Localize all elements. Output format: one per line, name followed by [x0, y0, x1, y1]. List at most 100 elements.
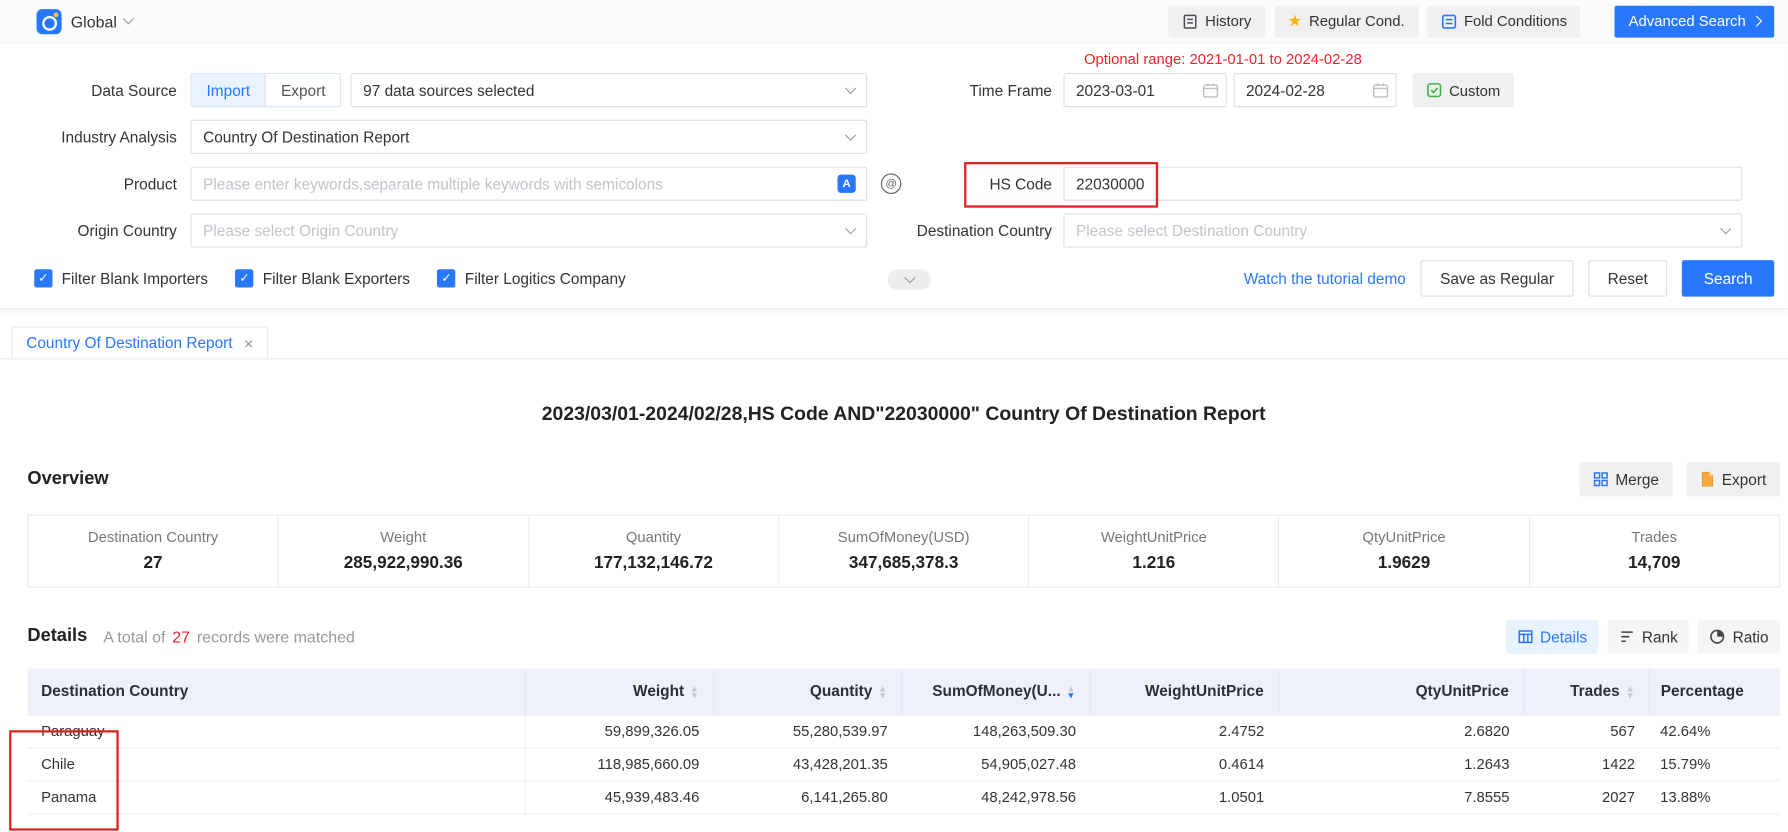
overview-stats: Destination Country 27 Weight 285,922,99… — [27, 515, 1780, 588]
filter-label: Filter Blank Exporters — [263, 270, 410, 287]
overview-heading: Overview — [27, 469, 108, 490]
optional-range-note: Optional range: 2021-01-01 to 2024-02-28 — [1084, 50, 1362, 67]
report-title: 2023/03/01-2024/02/28,HS Code AND"220300… — [27, 403, 1780, 426]
ratio-icon — [1710, 629, 1726, 645]
calendar-icon — [1203, 82, 1219, 98]
history-button[interactable]: History — [1169, 5, 1265, 37]
col-label: Trades — [1570, 683, 1620, 700]
cell-country[interactable]: Chile — [27, 747, 524, 780]
stat-value: 1.216 — [1029, 553, 1278, 572]
search-form: Optional range: 2021-01-01 to 2024-02-28… — [0, 43, 1788, 309]
cell-qty-unit-price: 2.6820 — [1278, 714, 1523, 747]
cell-weight-unit-price: 0.4614 — [1090, 747, 1278, 780]
export-label: Export — [1722, 471, 1767, 488]
view-details-button[interactable]: Details — [1506, 620, 1599, 654]
stat-value: 14,709 — [1530, 553, 1779, 572]
date-start-input[interactable] — [1063, 73, 1226, 107]
table-row: Paraguay 59,899,326.05 55,280,539.97 148… — [27, 714, 1780, 747]
stat-label: Weight — [279, 528, 528, 545]
cell-quantity: 55,280,539.97 — [713, 714, 901, 747]
filter-blank-exporters-checkbox[interactable]: Filter Blank Exporters — [235, 269, 410, 287]
industry-analysis-select[interactable]: Country Of Destination Report — [191, 120, 868, 154]
checkbox-checked-icon — [437, 269, 455, 287]
fold-conditions-icon — [1441, 13, 1457, 29]
product-input[interactable] — [191, 167, 868, 201]
tutorial-link[interactable]: Watch the tutorial demo — [1244, 270, 1406, 287]
data-source-label: Data Source — [34, 82, 177, 99]
col-quantity: Quantity — [713, 669, 901, 715]
filter-label: Filter Blank Importers — [62, 270, 208, 287]
sort-weight[interactable] — [690, 685, 699, 699]
col-percentage: Percentage — [1649, 669, 1780, 715]
form-row-product: Product HS Code — [34, 167, 1774, 201]
matched-summary: A total of 27 records were matched — [103, 628, 355, 646]
chevron-down-icon — [845, 129, 856, 140]
export-toggle[interactable]: Export — [266, 74, 340, 106]
matched-count: 27 — [172, 628, 190, 646]
sort-trades[interactable] — [1625, 685, 1634, 699]
export-button[interactable]: Export — [1686, 462, 1780, 496]
topbar: Global History Regular Cond. Fold Condit… — [0, 0, 1788, 43]
history-label: History — [1205, 13, 1251, 30]
report-content: 2023/03/01-2024/02/28,HS Code AND"220300… — [27, 403, 1780, 814]
fold-conditions-button[interactable]: Fold Conditions — [1427, 5, 1580, 37]
col-destination-country: Destination Country — [27, 669, 524, 715]
reset-button[interactable]: Reset — [1588, 260, 1667, 297]
cell-trades: 567 — [1523, 714, 1649, 747]
tab-country-of-destination-report[interactable]: Country Of Destination Report — [11, 326, 268, 358]
chevron-down-icon — [845, 82, 856, 93]
advanced-search-button[interactable]: Advanced Search — [1615, 5, 1774, 37]
cell-trades: 1422 — [1523, 747, 1649, 780]
sort-down-icon — [878, 692, 887, 699]
save-as-regular-button[interactable]: Save as Regular — [1421, 260, 1574, 297]
fold-conditions-label: Fold Conditions — [1464, 13, 1567, 30]
sort-down-icon-active — [1066, 692, 1075, 699]
sort-down-icon — [1625, 692, 1634, 699]
hs-code-input[interactable] — [1063, 167, 1742, 201]
origin-country-select[interactable]: Please select Origin Country — [191, 213, 868, 247]
stat-value: 177,132,146.72 — [529, 553, 778, 572]
destination-country-select[interactable]: Please select Destination Country — [1063, 213, 1742, 247]
search-button[interactable]: Search — [1682, 260, 1774, 297]
table-row: Chile 118,985,660.09 43,428,201.35 54,90… — [27, 747, 1780, 780]
col-label: SumOfMoney(U... — [932, 683, 1060, 700]
stat-label: Destination Country — [29, 528, 278, 545]
col-weight-unit-price: WeightUnitPrice — [1090, 669, 1278, 715]
import-toggle[interactable]: Import — [192, 74, 266, 106]
cell-country[interactable]: Paraguay — [27, 714, 524, 747]
sort-quantity[interactable] — [878, 685, 887, 699]
collapse-conditions-button[interactable] — [888, 269, 931, 290]
cell-weight: 45,939,483.46 — [525, 780, 713, 813]
region-switcher[interactable]: Global — [71, 12, 133, 30]
topbar-actions: History Regular Cond. Fold Conditions Ad… — [1169, 5, 1775, 37]
cell-qty-unit-price: 7.8555 — [1278, 780, 1523, 813]
view-ratio-button[interactable]: Ratio — [1698, 620, 1780, 654]
date-end-input[interactable] — [1233, 73, 1396, 107]
merge-icon — [1592, 471, 1608, 487]
matched-suffix: records were matched — [197, 628, 355, 646]
custom-range-button[interactable]: Custom — [1413, 73, 1514, 107]
cell-trades: 2027 — [1523, 780, 1649, 813]
input-method-icon[interactable] — [881, 173, 902, 194]
sort-down-icon — [690, 692, 699, 699]
view-rank-button[interactable]: Rank — [1608, 620, 1690, 654]
cell-percentage: 15.79% — [1649, 747, 1780, 780]
regular-cond-button[interactable]: Regular Cond. — [1274, 5, 1418, 37]
app-root: Global History Regular Cond. Fold Condit… — [0, 0, 1788, 832]
col-weight: Weight — [525, 669, 713, 715]
filter-logitics-company-checkbox[interactable]: Filter Logitics Company — [437, 269, 625, 287]
data-source-select[interactable]: 97 data sources selected — [351, 73, 868, 107]
col-sum-of-money: SumOfMoney(U... — [901, 669, 1089, 715]
filter-blank-importers-checkbox[interactable]: Filter Blank Importers — [34, 269, 208, 287]
merge-button[interactable]: Merge — [1579, 462, 1673, 496]
translate-icon[interactable] — [837, 175, 855, 193]
stat-value: 27 — [29, 553, 278, 572]
cell-percentage: 13.88% — [1649, 780, 1780, 813]
advanced-search-label: Advanced Search — [1629, 13, 1746, 30]
view-rank-label: Rank — [1642, 628, 1678, 645]
cell-country[interactable]: Panama — [27, 780, 524, 813]
close-icon[interactable] — [244, 335, 253, 351]
col-label: Quantity — [810, 683, 872, 700]
sort-sum-of-money[interactable] — [1066, 685, 1075, 699]
calendar-icon — [1373, 82, 1389, 98]
